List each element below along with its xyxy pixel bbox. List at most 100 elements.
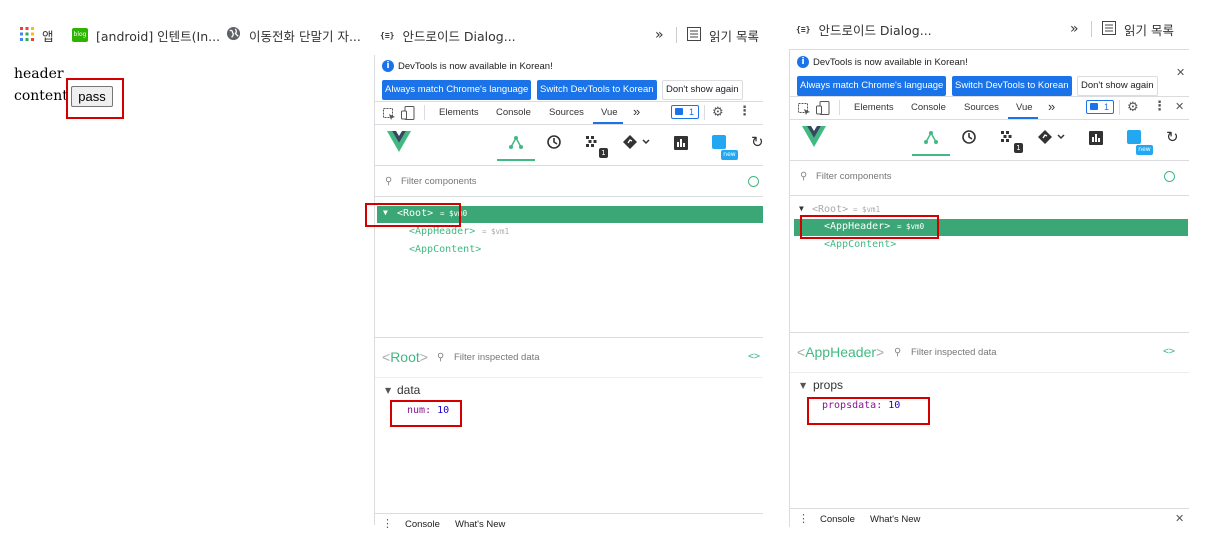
drawer-tab-whats-new[interactable]: What's New (455, 519, 505, 530)
tree-appheader-vm: = $vm1 (482, 227, 510, 236)
reading-list-right-button[interactable]: 읽기 목록 (1102, 12, 1174, 46)
bookmark-apps[interactable]: 앱 (20, 18, 54, 52)
search-icon: ⚲ (437, 352, 445, 363)
search-icon: ⚲ (894, 347, 902, 358)
vuex-icon[interactable] (1001, 130, 1015, 149)
tab-console[interactable]: Console (496, 107, 531, 118)
kebab-menu-icon[interactable]: ⋮ (1153, 99, 1166, 114)
header-text: header (14, 66, 64, 82)
vuex-count-badge: 1 (599, 148, 608, 158)
highlight-box (365, 203, 461, 227)
performance-chart-icon[interactable] (674, 135, 688, 154)
reading-list-icon (1102, 20, 1116, 38)
divider (375, 196, 763, 197)
filter-inspected-input[interactable]: Filter inspected data (911, 347, 997, 358)
bookmark-mobile[interactable]: 이동전화 단말기 자... (226, 18, 361, 52)
components-tree-icon[interactable] (508, 134, 524, 154)
device-toggle-icon[interactable] (816, 100, 830, 119)
filter-components-input[interactable]: Filter components (401, 176, 477, 187)
divider (375, 124, 763, 125)
active-vue-tab-indicator (912, 154, 950, 156)
tab-sources[interactable]: Sources (549, 107, 584, 118)
tab-vue[interactable]: Vue (1016, 102, 1033, 113)
bookmark-blog[interactable]: blog [android] 인텐트(In... (72, 18, 220, 52)
divider (790, 195, 1189, 196)
select-component-icon[interactable] (1164, 171, 1175, 182)
bookmark-divider (1091, 21, 1092, 37)
divider (1119, 100, 1120, 115)
code-brackets-icon[interactable]: <> (1163, 346, 1175, 357)
code-brackets-icon[interactable]: <> (748, 351, 760, 362)
routing-icon[interactable] (1037, 129, 1065, 149)
reading-list-button[interactable]: 읽기 목록 (687, 18, 759, 52)
issues-count: 1 (688, 107, 694, 117)
issues-badge[interactable]: 1 (1086, 100, 1114, 114)
refresh-icon[interactable]: ↻ (1166, 128, 1179, 146)
inspector-section-label: props (813, 378, 844, 392)
tree-root-label[interactable]: <Root> (812, 204, 848, 215)
filter-components-input[interactable]: Filter components (816, 171, 892, 182)
divider (839, 100, 840, 115)
settings-gear-icon[interactable]: ⚙ (1127, 100, 1139, 115)
dont-show-button[interactable]: Don't show again (1077, 76, 1158, 96)
bookmarks-more-button[interactable]: » (655, 18, 664, 52)
new-badge: new (721, 150, 738, 160)
drawer-menu-icon[interactable]: ⋮ (382, 517, 393, 530)
inspected-title-text: AppHeader (805, 344, 877, 360)
bookmark-dialog[interactable]: {≡} 안드로이드 Dialog... (380, 18, 516, 52)
inspect-icon[interactable] (798, 101, 811, 120)
history-icon[interactable] (961, 129, 977, 149)
match-language-button[interactable]: Always match Chrome's language (797, 76, 947, 96)
drawer-tab-whats-new[interactable]: What's New (870, 514, 920, 525)
routing-icon[interactable] (622, 134, 650, 154)
search-icon: ⚲ (385, 176, 393, 187)
settings-new-icon[interactable] (712, 135, 726, 149)
code-icon: {≡} (380, 30, 395, 40)
vuex-count-badge: 1 (1014, 143, 1023, 153)
history-icon[interactable] (546, 134, 562, 154)
vue-logo-icon (802, 126, 826, 151)
tab-vue[interactable]: Vue (601, 107, 618, 118)
settings-new-icon[interactable] (1127, 130, 1141, 144)
tab-elements[interactable]: Elements (854, 102, 894, 113)
refresh-icon[interactable]: ↻ (751, 133, 764, 151)
drawer-tab-console[interactable]: Console (405, 519, 440, 530)
collapse-caret-icon[interactable]: ▼ (385, 386, 391, 395)
close-banner-icon[interactable]: ✕ (1176, 66, 1185, 79)
divider (790, 508, 1189, 509)
more-tabs-button[interactable]: » (1048, 99, 1055, 114)
tree-appcontent-label[interactable]: <AppContent> (409, 244, 481, 255)
bookmark-dialog-label: 안드로이드 Dialog... (402, 28, 516, 44)
collapse-caret-icon[interactable]: ▼ (800, 381, 806, 390)
dont-show-button[interactable]: Don't show again (662, 80, 743, 100)
bookmark-dialog-right[interactable]: {≡} 안드로이드 Dialog... (796, 12, 932, 46)
tab-console[interactable]: Console (911, 102, 946, 113)
divider (704, 105, 705, 120)
drawer-tab-console[interactable]: Console (820, 514, 855, 525)
issues-badge[interactable]: 1 (671, 105, 699, 119)
drawer-menu-icon[interactable]: ⋮ (798, 512, 809, 525)
tab-sources[interactable]: Sources (964, 102, 999, 113)
match-language-button[interactable]: Always match Chrome's language (382, 80, 532, 100)
switch-korean-button[interactable]: Switch DevTools to Korean (537, 80, 657, 100)
switch-korean-button[interactable]: Switch DevTools to Korean (952, 76, 1072, 96)
more-tabs-button[interactable]: » (633, 104, 640, 119)
close-drawer-icon[interactable]: ✕ (1175, 512, 1184, 525)
divider (790, 96, 1189, 97)
inspect-icon[interactable] (383, 106, 396, 125)
select-component-icon[interactable] (748, 176, 759, 187)
kebab-menu-icon[interactable]: ⋮ (738, 104, 751, 119)
tree-appcontent-label[interactable]: <AppContent> (824, 239, 896, 250)
device-toggle-icon[interactable] (401, 105, 415, 124)
tab-elements[interactable]: Elements (439, 107, 479, 118)
filter-inspected-input[interactable]: Filter inspected data (454, 352, 540, 363)
bookmarks-more-right-button[interactable]: » (1070, 12, 1079, 46)
components-tree-icon[interactable] (923, 129, 939, 149)
devtools-panel-right (789, 49, 1189, 527)
tree-appheader-label[interactable]: <AppHeader> (409, 226, 475, 237)
settings-gear-icon[interactable]: ⚙ (712, 105, 724, 120)
vuex-icon[interactable] (586, 135, 600, 154)
close-devtools-icon[interactable]: ✕ (1175, 100, 1184, 113)
performance-chart-icon[interactable] (1089, 130, 1103, 149)
expand-caret-icon[interactable]: ▼ (799, 204, 804, 213)
